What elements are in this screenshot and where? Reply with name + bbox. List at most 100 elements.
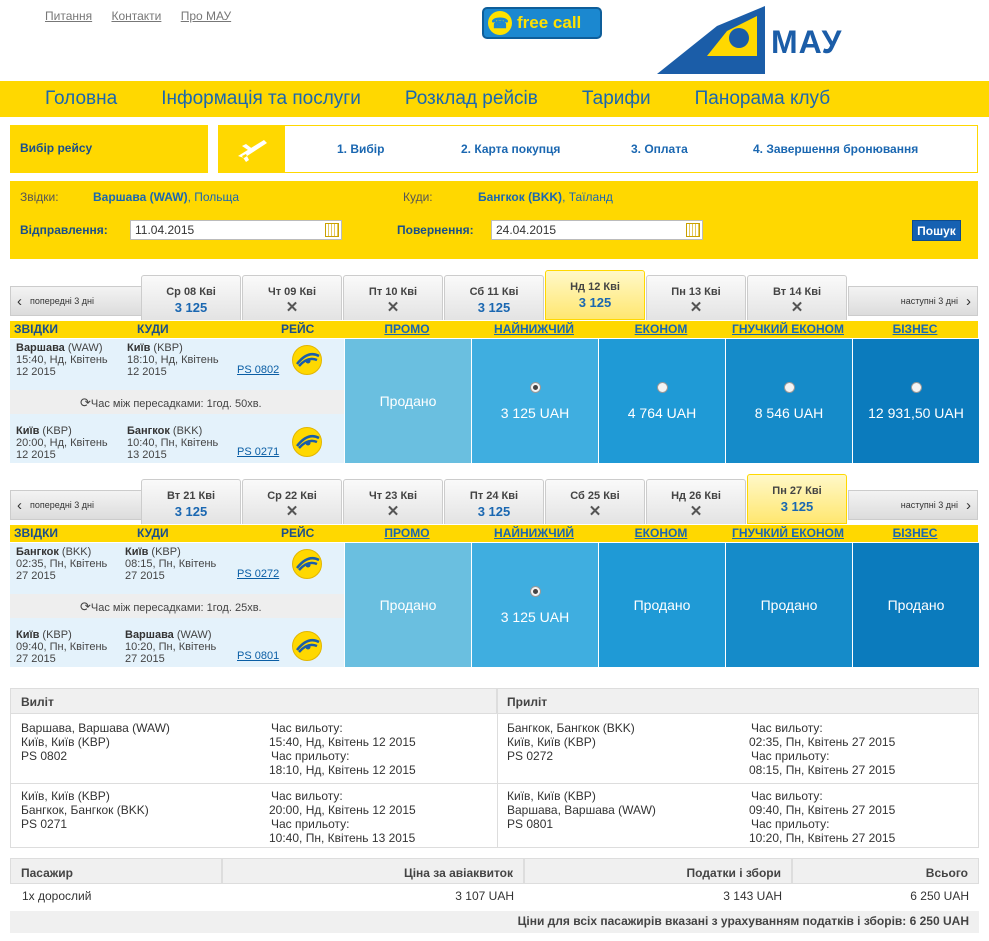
inbound-flight-info: Бангкок (BKK) 02:35, Пн, Квітень 27 2015 К… (10, 543, 344, 667)
dep2-route: Київ, Київ (KBP) Бангкок, Бангкок (BKK) PS… (21, 789, 149, 831)
from-value: Варшава (WAW), Польща (93, 190, 240, 204)
col-promo[interactable]: ПРОМО (344, 526, 470, 540)
fare-radio[interactable] (656, 381, 668, 393)
date-tab[interactable]: Сб 11 Кві 3 125 (444, 275, 544, 320)
calendar-icon[interactable] (686, 223, 700, 237)
date-tab[interactable]: Вт 21 Кві 3 125 (141, 479, 241, 524)
col-flex-economy[interactable]: ГНУЧКИЙ ЕКОНОМ (725, 322, 851, 336)
date-tab-selected[interactable]: Нд 12 Кві 3 125 (545, 270, 645, 320)
fare-lowest[interactable]: 3 125 UAH (472, 339, 598, 463)
fare-flex-economy: Продано (726, 543, 852, 667)
outbound-columns-header: ЗВІДКИ КУДИ РЕЙС ПРОМО НАЙНИЖЧИЙ ЕКОНОМ … (10, 321, 978, 338)
nav-info[interactable]: Інформація та послуги (161, 88, 361, 110)
pax-header: Пасажир (10, 858, 222, 884)
date-tab[interactable]: Пн 13 Кві ✕ (646, 275, 746, 320)
departure-header: Виліт (11, 689, 497, 714)
col-from: ЗВІДКИ (14, 322, 59, 336)
fare-economy[interactable]: 4 764 UAH (599, 339, 725, 463)
top-links: Питання Контакти Про МАУ (45, 9, 247, 23)
nav-home[interactable]: Головна (45, 88, 117, 110)
close-icon: ✕ (285, 503, 299, 520)
departure-label: Відправлення: (20, 223, 108, 237)
fare-radio[interactable] (910, 381, 922, 393)
mau-logo-icon (292, 427, 322, 457)
date-tab[interactable]: Сб 25 Кві ✕ (545, 479, 645, 524)
logo-tail-icon (657, 6, 765, 74)
date-tab[interactable]: Вт 14 Кві ✕ (747, 275, 847, 320)
search-button[interactable]: Пошук (912, 220, 961, 241)
pax-type: 1х дорослий (22, 889, 92, 903)
mau-logo-icon (292, 631, 322, 661)
fare-flex-economy[interactable]: 8 546 UAH (726, 339, 852, 463)
nav-fares[interactable]: Тарифи (582, 88, 651, 110)
nav-panorama[interactable]: Панорама клуб (695, 88, 831, 110)
col-flex-economy[interactable]: ГНУЧКИЙ ЕКОНОМ (725, 526, 851, 540)
link-questions[interactable]: Питання (45, 9, 92, 23)
step-1: 1. Вибір (337, 142, 385, 156)
col-economy[interactable]: ЕКОНОМ (598, 322, 724, 336)
chevron-left-icon: ‹ (17, 496, 22, 514)
return-date-input[interactable]: 24.04.2015 (491, 220, 703, 240)
total-value: 6 250 UAH (910, 889, 969, 903)
arr2-times: Час вильоту: 09:40, Пн, Квітень 27 2015 Ча… (749, 789, 896, 845)
col-lowest[interactable]: НАЙНИЖЧИЙ (471, 526, 597, 540)
to-value: Бангкок (BKK), Таїланд (478, 190, 613, 204)
fare-business[interactable]: 12 931,50 UAH (853, 339, 979, 463)
prev-days-button[interactable]: ‹ попередні 3 дні (10, 490, 142, 520)
prev-days-button[interactable]: ‹ попередні 3 дні (10, 286, 142, 316)
date-tab[interactable]: Нд 26 Кві ✕ (646, 479, 746, 524)
fare-radio[interactable] (529, 381, 541, 393)
main-nav: Головна Інформація та послуги Розклад ре… (0, 81, 989, 117)
passenger-pricing: Пасажир Ціна за авіаквиток Податки і збо… (10, 858, 979, 935)
date-tab[interactable]: Ср 08 Кві 3 125 (141, 275, 241, 320)
chevron-right-icon: › (966, 292, 971, 310)
search-panel: Звідки: Варшава (WAW), Польща Куди: Банг… (10, 181, 978, 259)
col-to: КУДИ (137, 322, 169, 336)
col-economy[interactable]: ЕКОНОМ (598, 526, 724, 540)
date-tab[interactable]: Чт 09 Кві ✕ (242, 275, 342, 320)
step-4: 4. Завершення бронювання (753, 142, 919, 156)
refresh-icon: ⟳ (80, 599, 91, 614)
flight-number-link[interactable]: PS 0802 (237, 364, 279, 376)
close-icon: ✕ (386, 299, 400, 316)
close-icon: ✕ (689, 299, 703, 316)
fare-radio[interactable] (783, 381, 795, 393)
price-header: Ціна за авіаквиток (222, 858, 524, 884)
col-business[interactable]: БІЗНЕС (852, 526, 978, 540)
total-note: Ціни для всіх пасажирів вказані з урахув… (10, 911, 979, 933)
tax-header: Податки і збори (524, 858, 792, 884)
fare-business: Продано (853, 543, 979, 667)
date-tab[interactable]: Пт 24 Кві 3 125 (444, 479, 544, 524)
date-tab[interactable]: Пт 10 Кві ✕ (343, 275, 443, 320)
calendar-icon[interactable] (325, 223, 339, 237)
col-business[interactable]: БІЗНЕС (852, 322, 978, 336)
flight-number-link[interactable]: PS 0271 (237, 446, 279, 458)
flight-segment: Варшава (WAW) 15:40, Нд, Квітень 12 2015 К… (10, 339, 344, 385)
link-contacts[interactable]: Контакти (111, 9, 161, 23)
brand-logo[interactable]: МАУ (771, 24, 842, 61)
link-about[interactable]: Про МАУ (181, 9, 231, 23)
outbound-flight-info: Варшава (WAW) 15:40, Нд, Квітень 12 2015 К… (10, 339, 344, 463)
fare-lowest[interactable]: 3 125 UAH (472, 543, 598, 667)
col-to: КУДИ (137, 526, 169, 540)
nav-schedule[interactable]: Розклад рейсів (405, 88, 538, 110)
next-days-button[interactable]: наступні 3 дні › (848, 286, 978, 316)
col-lowest[interactable]: НАЙНИЖЧИЙ (471, 322, 597, 336)
freecall-label: free call (517, 13, 582, 32)
date-tab-selected[interactable]: Пн 27 Кві 3 125 (747, 474, 847, 524)
close-icon: ✕ (588, 503, 602, 520)
flight-number-link[interactable]: PS 0801 (237, 650, 279, 662)
fare-radio[interactable] (529, 585, 541, 597)
flight-number-link[interactable]: PS 0272 (237, 568, 279, 580)
freecall-button[interactable]: ☎ free call (482, 7, 602, 39)
date-tab[interactable]: Ср 22 Кві ✕ (242, 479, 342, 524)
booking-steps: 1. Вибір 2. Карта покупця 3. Оплата 4. З… (218, 125, 978, 173)
date-tab[interactable]: Чт 23 Кві ✕ (343, 479, 443, 524)
col-promo[interactable]: ПРОМО (344, 322, 470, 336)
fare-economy: Продано (599, 543, 725, 667)
return-label: Повернення: (397, 223, 474, 237)
total-header: Всього (792, 858, 979, 884)
col-flight: РЕЙС (281, 526, 315, 540)
next-days-button[interactable]: наступні 3 дні › (848, 490, 978, 520)
departure-date-input[interactable]: 11.04.2015 (130, 220, 342, 240)
